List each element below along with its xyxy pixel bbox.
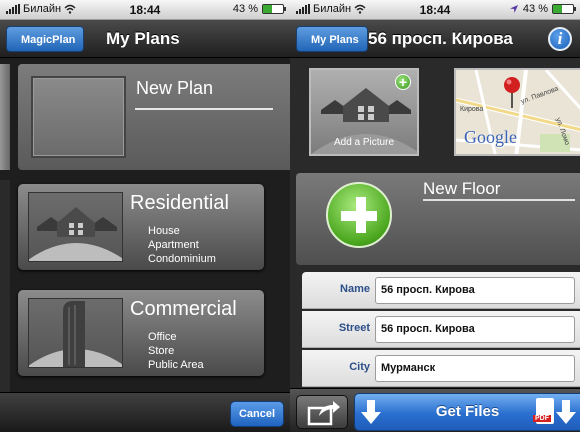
plans-list: New Plan Residential House Apartment Con… [0, 58, 290, 432]
name-label: Name [340, 283, 370, 295]
battery-icon [262, 4, 286, 14]
nav-bar: My Plans 56 просп. Кирова i [290, 20, 580, 58]
back-button-magicplan[interactable]: MagicPlan [6, 26, 85, 52]
download-arrow-icon [556, 400, 576, 424]
city-label: City [349, 361, 370, 373]
new-floor-card[interactable]: New Floor [296, 173, 580, 265]
add-icon: + [395, 74, 411, 90]
plan-detail-screen: Билайн 18:44 43 % My Plans 56 просп. Кир… [290, 0, 580, 432]
list-item: Office [148, 331, 177, 343]
previous-card-edge[interactable] [0, 64, 10, 170]
commercial-title: Commercial [130, 298, 237, 320]
battery-percent: 43 % [522, 3, 548, 15]
list-item: House [148, 225, 180, 237]
cancel-button[interactable]: Cancel [230, 401, 284, 427]
map-pin-icon [504, 77, 520, 108]
commercial-building-icon [28, 298, 123, 368]
page-title: My Plans [106, 29, 180, 48]
list-item: Public Area [148, 359, 204, 371]
my-plans-screen: Билайн 18:44 43 % MagicPlan My Plans New… [0, 0, 290, 432]
list-item: Store [148, 345, 175, 357]
add-floor-icon[interactable] [326, 182, 392, 248]
status-bar: Билайн 18:44 43 % [290, 0, 580, 20]
status-bar: Билайн 18:44 43 % [0, 0, 290, 20]
bottom-toolbar: Get Files PDF [290, 388, 580, 432]
street-row: Street 56 просп. Кирова [302, 311, 580, 348]
city-row: City Мурманск [302, 350, 580, 387]
plan-thumbnail[interactable] [31, 76, 126, 158]
map-street-label: Кирова [460, 106, 484, 113]
get-files-button[interactable]: Get Files PDF [354, 393, 580, 431]
map-thumbnail[interactable]: Кирова ул. Павлова ул. Ломо Google [454, 68, 580, 156]
back-button-my-plans[interactable]: My Plans [296, 26, 368, 52]
map-brand: Google [464, 127, 517, 147]
street-field[interactable]: 56 просп. Кирова [375, 316, 575, 343]
street-label: Street [338, 322, 370, 334]
name-field[interactable]: 56 просп. Кирова [375, 277, 575, 304]
new-plan-label: New Plan [136, 78, 214, 98]
city-field[interactable]: Мурманск [375, 355, 575, 382]
add-picture-button[interactable]: + Add a Picture [309, 68, 419, 156]
name-row: Name 56 просп. Кирова [302, 272, 580, 309]
share-button[interactable] [296, 395, 348, 429]
battery-icon [552, 4, 576, 14]
list-item: Condominium [148, 253, 216, 265]
list-item: Apartment [148, 239, 199, 251]
bottom-toolbar: Cancel [0, 392, 290, 432]
new-floor-label: New Floor [423, 179, 501, 198]
add-picture-label: Add a Picture [333, 137, 395, 148]
residential-option[interactable]: Residential House Apartment Condominium [18, 184, 264, 270]
location-arrow-icon [509, 5, 518, 13]
page-title: 56 просп. Кирова [368, 29, 513, 48]
residential-title: Residential [130, 192, 229, 214]
plan-details: + Add a Picture Кирова ул. Павлова ул. Л… [290, 58, 580, 432]
info-button[interactable]: i [548, 27, 572, 51]
battery-percent: 43 % [232, 3, 258, 15]
commercial-option[interactable]: Commercial Office Store Public Area [18, 290, 264, 376]
share-icon [307, 401, 340, 426]
residential-house-icon [28, 192, 123, 262]
new-plan-card[interactable]: New Plan [18, 64, 290, 170]
nav-bar: MagicPlan My Plans [0, 20, 290, 58]
pdf-icon: PDF [533, 398, 554, 424]
